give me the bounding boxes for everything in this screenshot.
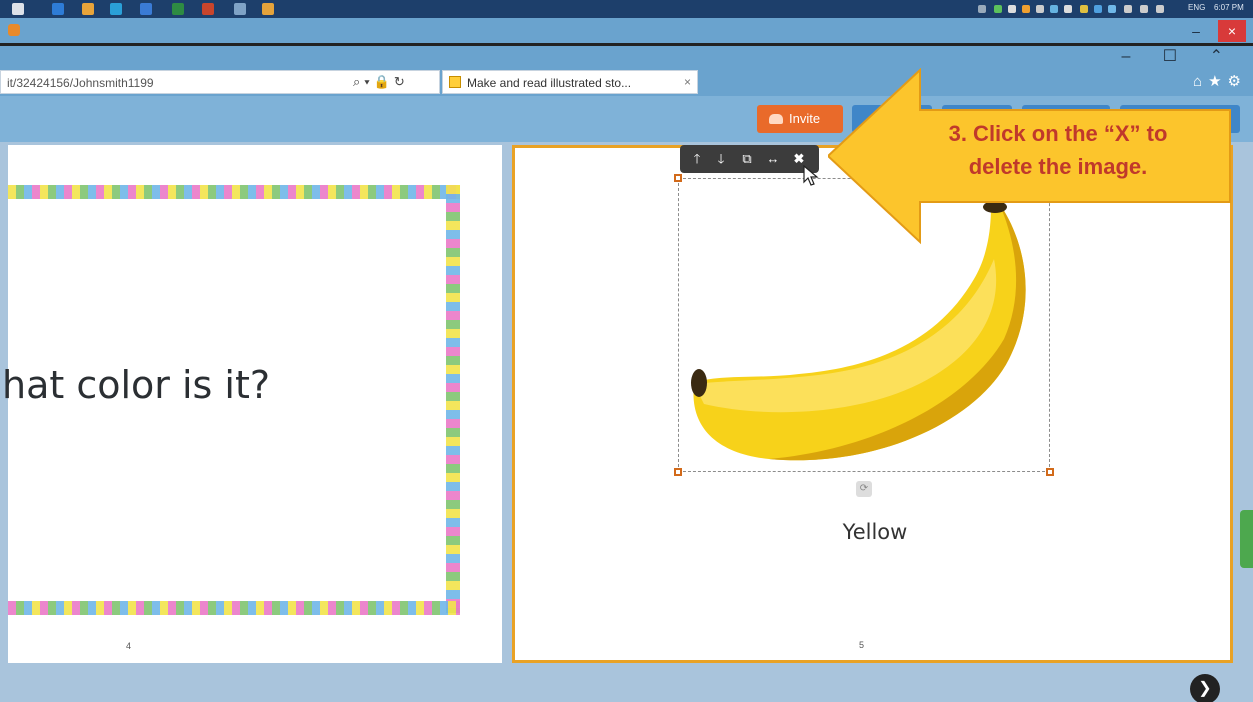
book-page-left[interactable]: hat color is it? 4 <box>2 145 502 663</box>
close-window-button[interactable]: × <box>1218 20 1246 42</box>
taskbar-app-icon[interactable] <box>140 3 152 15</box>
next-page-button[interactable]: ❯ <box>1190 674 1220 702</box>
callout-line-1: 3. Click on the “X” to <box>948 121 1168 146</box>
resize-handle-top-left[interactable] <box>674 174 682 182</box>
browser-tab[interactable]: Make and read illustrated sto... × <box>442 70 698 94</box>
star-border-top <box>8 185 460 199</box>
start-icon[interactable] <box>12 3 24 15</box>
tray-icon[interactable] <box>1156 5 1164 13</box>
resize-handle-bottom-left[interactable] <box>674 468 682 476</box>
tray-icon[interactable] <box>1094 5 1102 13</box>
tray-icon[interactable] <box>1022 5 1030 13</box>
taskbar-app-icon[interactable] <box>262 3 274 15</box>
taskbar-app-icon[interactable] <box>52 3 64 15</box>
clock[interactable]: 6:07 PM <box>1214 3 1244 12</box>
screen: ENG 6:07 PM – × – ☐ ⌃ it/32424156/Johnsm… <box>0 0 1253 702</box>
tray-icon[interactable] <box>978 5 986 13</box>
callout-line-2: delete the image. <box>968 154 1148 179</box>
tray-icon[interactable] <box>1008 5 1016 13</box>
tray-icon[interactable] <box>1064 5 1072 13</box>
tray-icon[interactable] <box>1124 5 1132 13</box>
taskbar-app-icon[interactable] <box>82 3 94 15</box>
taskbar-app-icon[interactable] <box>172 3 184 15</box>
tray-icon[interactable] <box>1140 5 1148 13</box>
minimize-button[interactable]: – <box>1182 20 1210 42</box>
taskbar-app-icon[interactable] <box>110 3 122 15</box>
tray-icon[interactable] <box>1050 5 1058 13</box>
tray-icon[interactable] <box>1036 5 1044 13</box>
callout-text: 3. Click on the “X” to delete the image. <box>886 117 1230 183</box>
page-number: 5 <box>859 640 865 650</box>
tab-title[interactable]: Make and read illustrated sto... <box>467 76 631 90</box>
rotate-handle-icon[interactable]: ⟳ <box>856 481 872 497</box>
os-taskbar: ENG 6:07 PM <box>0 0 1253 18</box>
flip-icon[interactable]: ↔ <box>762 149 784 169</box>
duplicate-icon[interactable]: ⧉ <box>736 149 758 169</box>
language-indicator[interactable]: ENG <box>1188 3 1205 12</box>
mouse-cursor-icon <box>803 165 819 186</box>
app-icon <box>8 24 20 36</box>
help-tab[interactable] <box>1240 510 1253 568</box>
window-titlebar: – × <box>0 18 1253 44</box>
image-toolbar: 🡑 🡓 ⧉ ↔ ✖ <box>680 145 819 173</box>
invite-label: Invite <box>789 111 821 126</box>
taskbar-app-icon[interactable] <box>202 3 214 15</box>
image-caption[interactable]: Yellow <box>815 520 935 544</box>
tray-icon[interactable] <box>994 5 1002 13</box>
address-bar[interactable]: it/32424156/Johnsmith1199 ⌕▾🔒↻ <box>0 70 440 94</box>
move-down-icon[interactable]: 🡓 <box>710 149 732 169</box>
taskbar-app-icon[interactable] <box>234 3 246 15</box>
tray-icon[interactable] <box>1108 5 1116 13</box>
window-controls-icon[interactable]: – ☐ ⌃ <box>1121 46 1237 66</box>
star-border-bottom <box>8 601 460 615</box>
favicon-icon <box>449 76 461 88</box>
people-icon <box>769 114 783 124</box>
url-text[interactable]: it/32424156/Johnsmith1199 <box>7 76 154 90</box>
page-number: 4 <box>126 641 132 651</box>
page-question-text[interactable]: hat color is it? <box>2 363 270 407</box>
search-lock-refresh-icon[interactable]: ⌕▾🔒↻ <box>353 74 409 90</box>
resize-handle-bottom-right[interactable] <box>1046 468 1054 476</box>
tray-icon[interactable] <box>1080 5 1088 13</box>
star-border-right <box>446 185 460 613</box>
move-up-icon[interactable]: 🡑 <box>686 149 708 169</box>
tab-close-icon[interactable]: × <box>684 75 691 89</box>
